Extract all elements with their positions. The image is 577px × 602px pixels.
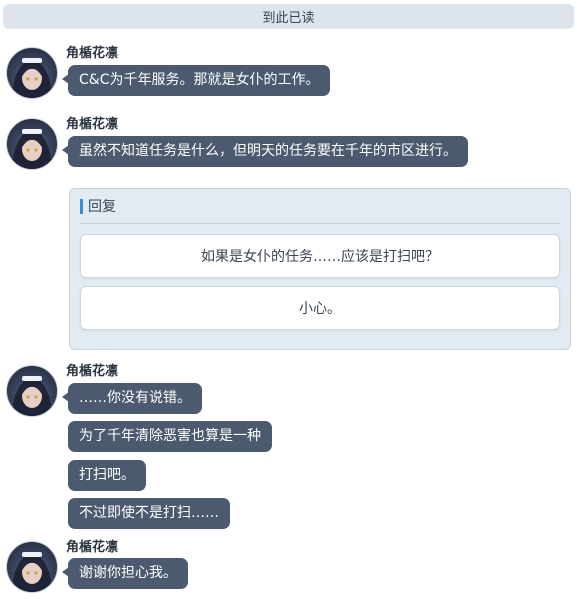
- message-bubble: 谢谢你担心我。: [62, 558, 188, 589]
- reply-option-1[interactable]: 如果是女仆的任务……应该是打扫吧？: [80, 234, 560, 278]
- reply-header: 回复: [80, 199, 560, 224]
- read-divider-label: 到此已读: [262, 11, 315, 26]
- reply-accent-bar: [80, 199, 83, 214]
- message-bubble: 为了千年清除恶害也算是一种: [68, 421, 272, 452]
- message-group: 角楯花凛 ……你没有说错。 为了千年清除恶害也算是一种 打扫吧。 不过即使不是打…: [0, 360, 577, 532]
- message-bubble: 打扫吧。: [68, 460, 146, 491]
- message-bubble: ……你没有说错。: [62, 383, 202, 414]
- sender-name: 角楯花凛: [66, 364, 119, 379]
- avatar[interactable]: [6, 541, 58, 593]
- avatar[interactable]: [6, 365, 58, 417]
- message-bubble: 虽然不知道任务是什么，但明天的任务要在千年的市区进行。: [62, 136, 468, 167]
- character-portrait-icon: [12, 376, 52, 416]
- reply-title: 回复: [88, 199, 116, 215]
- message-bubble: C&C为千年服务。那就是女仆的工作。: [61, 65, 331, 96]
- message-group: 角楯花凛 虽然不知道任务是什么，但明天的任务要在千年的市区进行。: [0, 113, 577, 173]
- sender-name: 角楯花凛: [66, 540, 119, 555]
- avatar[interactable]: [6, 118, 58, 170]
- reply-option-2[interactable]: 小心。: [80, 286, 560, 330]
- reply-panel: 回复 如果是女仆的任务……应该是打扫吧？ 小心。: [69, 188, 571, 350]
- character-portrait-icon: [12, 58, 52, 98]
- sender-name: 角楯花凛: [66, 46, 119, 61]
- message-group: 角楯花凛 谢谢你担心我。: [0, 536, 577, 596]
- read-divider: 到此已读: [3, 4, 574, 29]
- sender-name: 角楯花凛: [66, 117, 119, 132]
- message-group: 角楯花凛 C&C为千年服务。那就是女仆的工作。: [0, 42, 577, 102]
- avatar[interactable]: [6, 47, 58, 99]
- message-bubble: 不过即使不是打扫……: [68, 498, 230, 529]
- character-portrait-icon: [12, 552, 52, 592]
- character-portrait-icon: [12, 129, 52, 169]
